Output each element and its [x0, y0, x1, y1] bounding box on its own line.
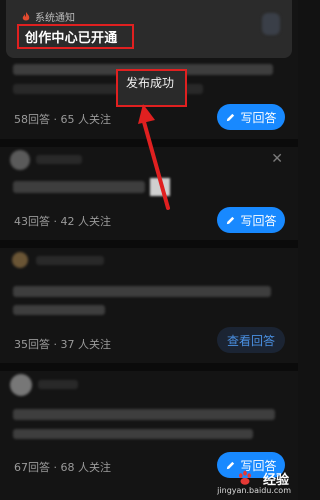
- annotation-arrow-icon: [138, 104, 170, 210]
- pencil-icon: [227, 113, 235, 121]
- pencil-icon: [227, 216, 235, 224]
- app-screen: 58回答 · 65 人关注 写回答 ✕ 43回答 · 42 人关注 写回答 35…: [0, 0, 298, 500]
- question-title-blur: [13, 181, 145, 193]
- notification-title-text: 创作中心已开通: [25, 31, 118, 46]
- question-title-blur: [13, 409, 275, 420]
- close-icon[interactable]: ✕: [271, 151, 283, 167]
- question-stats: 58回答 · 65 人关注: [14, 113, 111, 126]
- notification-app-label: 系统通知: [35, 13, 75, 24]
- question-stats: 43回答 · 42 人关注: [14, 215, 111, 228]
- avatar: [12, 252, 28, 268]
- publish-success-toast: 发布成功: [116, 69, 187, 107]
- notification-icon: [262, 13, 280, 35]
- notification-header: 系统通知: [22, 9, 75, 24]
- system-notification[interactable]: 系统通知 创作中心已开通: [6, 0, 292, 58]
- question-stats: 67回答 · 68 人关注: [14, 461, 111, 474]
- write-answer-button[interactable]: 写回答: [217, 207, 285, 233]
- write-answer-label: 写回答: [240, 213, 277, 228]
- question-stats: 35回答 · 37 人关注: [14, 338, 111, 351]
- write-answer-label: 写回答: [240, 110, 277, 125]
- question-title-blur: [13, 286, 271, 297]
- author-name-blur: [36, 155, 82, 164]
- paw-logo-icon: [239, 470, 251, 485]
- view-answers-button[interactable]: 查看回答: [217, 327, 285, 353]
- write-answer-button[interactable]: 写回答: [217, 104, 285, 130]
- question-title-blur-line2: [13, 429, 253, 439]
- flame-icon: [22, 11, 30, 20]
- toast-text: 发布成功: [126, 76, 175, 90]
- avatar: [10, 374, 32, 396]
- notification-title[interactable]: 创作中心已开通: [17, 24, 134, 49]
- author-name-blur: [38, 380, 78, 389]
- watermark-url: jingyan.baidu.com: [217, 486, 291, 495]
- avatar: [10, 150, 30, 170]
- feed-divider: [0, 240, 298, 248]
- question-title-blur-line2: [13, 305, 105, 315]
- view-answers-label: 查看回答: [226, 333, 275, 348]
- feed-divider: [0, 363, 298, 371]
- watermark: 经验 jingyan.baidu.com: [217, 468, 291, 496]
- author-name-blur: [36, 256, 104, 265]
